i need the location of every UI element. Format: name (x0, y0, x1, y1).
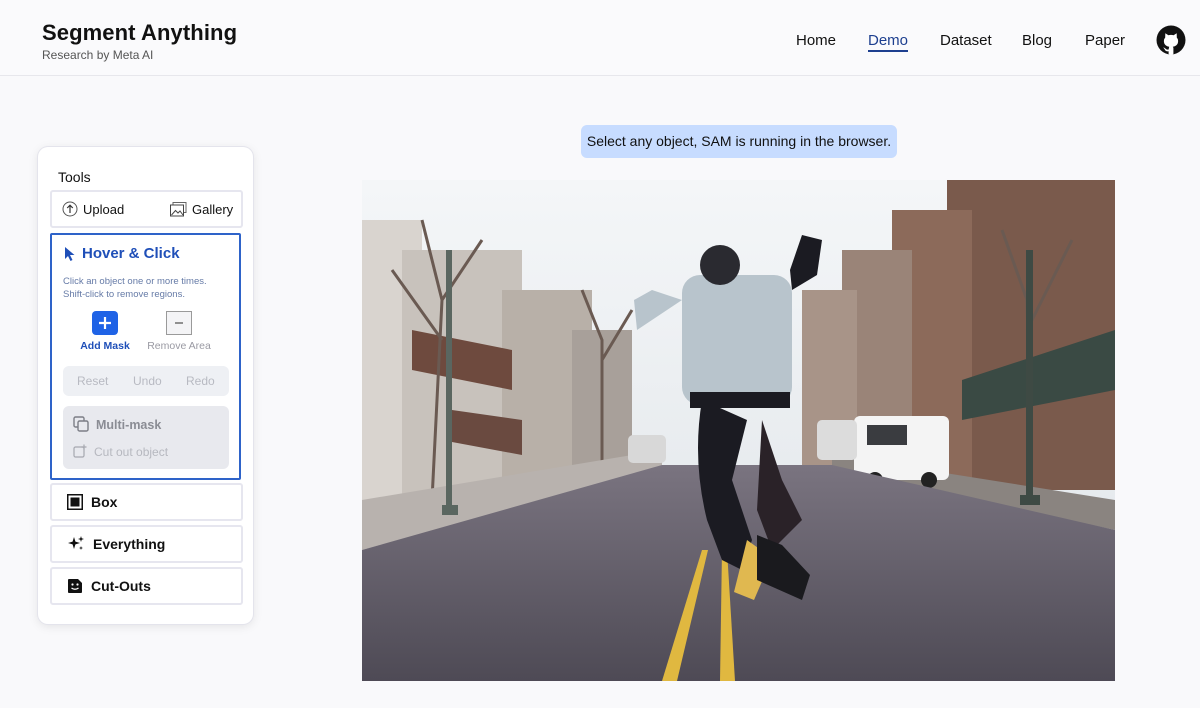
nav-paper[interactable]: Paper (1085, 32, 1125, 49)
nav-demo[interactable]: Demo (868, 32, 909, 52)
main-nav: Home Demo Dataset Blog Paper (0, 32, 1200, 52)
hover-click-section[interactable]: Hover & Click Click an object one or mor… (50, 233, 241, 480)
cutouts-label: Cut-Outs (91, 578, 151, 594)
nav-dataset[interactable]: Dataset (940, 32, 992, 49)
sticker-icon (67, 578, 83, 594)
upload-icon (62, 201, 78, 217)
multi-mask-label: Multi-mask (96, 417, 162, 432)
tools-title: Tools (58, 169, 91, 185)
cut-out-icon (73, 444, 88, 459)
everything-tool-button[interactable]: Everything (50, 525, 243, 563)
description-line: Shift-click to remove regions. (63, 289, 185, 300)
add-mask-button[interactable]: Add Mask (80, 311, 130, 352)
history-controls: Reset Undo Redo (63, 366, 229, 396)
remove-area-label: Remove Area (147, 340, 211, 352)
add-mask-label: Add Mask (80, 340, 130, 352)
demo-image[interactable] (362, 180, 1115, 681)
site-header: Segment Anything Research by Meta AI Hom… (0, 0, 1200, 76)
status-banner: Select any object, SAM is running in the… (581, 125, 897, 158)
gallery-label: Gallery (192, 201, 234, 217)
cutouts-tool-button[interactable]: Cut-Outs (50, 567, 243, 605)
everything-label: Everything (93, 536, 166, 552)
cut-out-label: Cut out object (94, 444, 169, 459)
gallery-icon (170, 201, 187, 217)
remove-area-button[interactable]: Remove Area (144, 311, 214, 352)
cursor-icon (64, 246, 76, 262)
github-icon[interactable] (1156, 25, 1186, 55)
hover-click-label: Hover & Click (82, 245, 180, 262)
box-label: Box (91, 494, 118, 510)
multi-mask-icon (73, 416, 90, 433)
minus-icon (166, 311, 192, 335)
undo-button[interactable]: Undo (133, 374, 162, 388)
hover-click-description: Click an object one or more times. Shift… (63, 275, 233, 301)
tools-panel: Tools Upload Gallery Hover & Click Click… (38, 147, 253, 624)
multi-mask-toggle[interactable]: Multi-mask (73, 416, 161, 433)
upload-button[interactable]: Upload (62, 192, 124, 226)
cut-out-object-button[interactable]: Cut out object (73, 444, 168, 459)
redo-button[interactable]: Redo (186, 374, 215, 388)
mask-options: Multi-mask Cut out object (63, 406, 229, 469)
hover-click-title[interactable]: Hover & Click (64, 245, 180, 262)
upload-gallery-row: Upload Gallery (50, 190, 243, 228)
gallery-button[interactable]: Gallery (170, 192, 233, 226)
description-line: Click an object one or more times. (63, 276, 207, 287)
box-icon (67, 494, 83, 510)
box-tool-button[interactable]: Box (50, 483, 243, 521)
upload-label: Upload (83, 201, 125, 217)
nav-blog[interactable]: Blog (1022, 32, 1052, 49)
sparkles-icon (67, 535, 85, 553)
reset-button[interactable]: Reset (77, 374, 108, 388)
plus-icon (92, 311, 118, 335)
nav-home[interactable]: Home (796, 32, 836, 49)
